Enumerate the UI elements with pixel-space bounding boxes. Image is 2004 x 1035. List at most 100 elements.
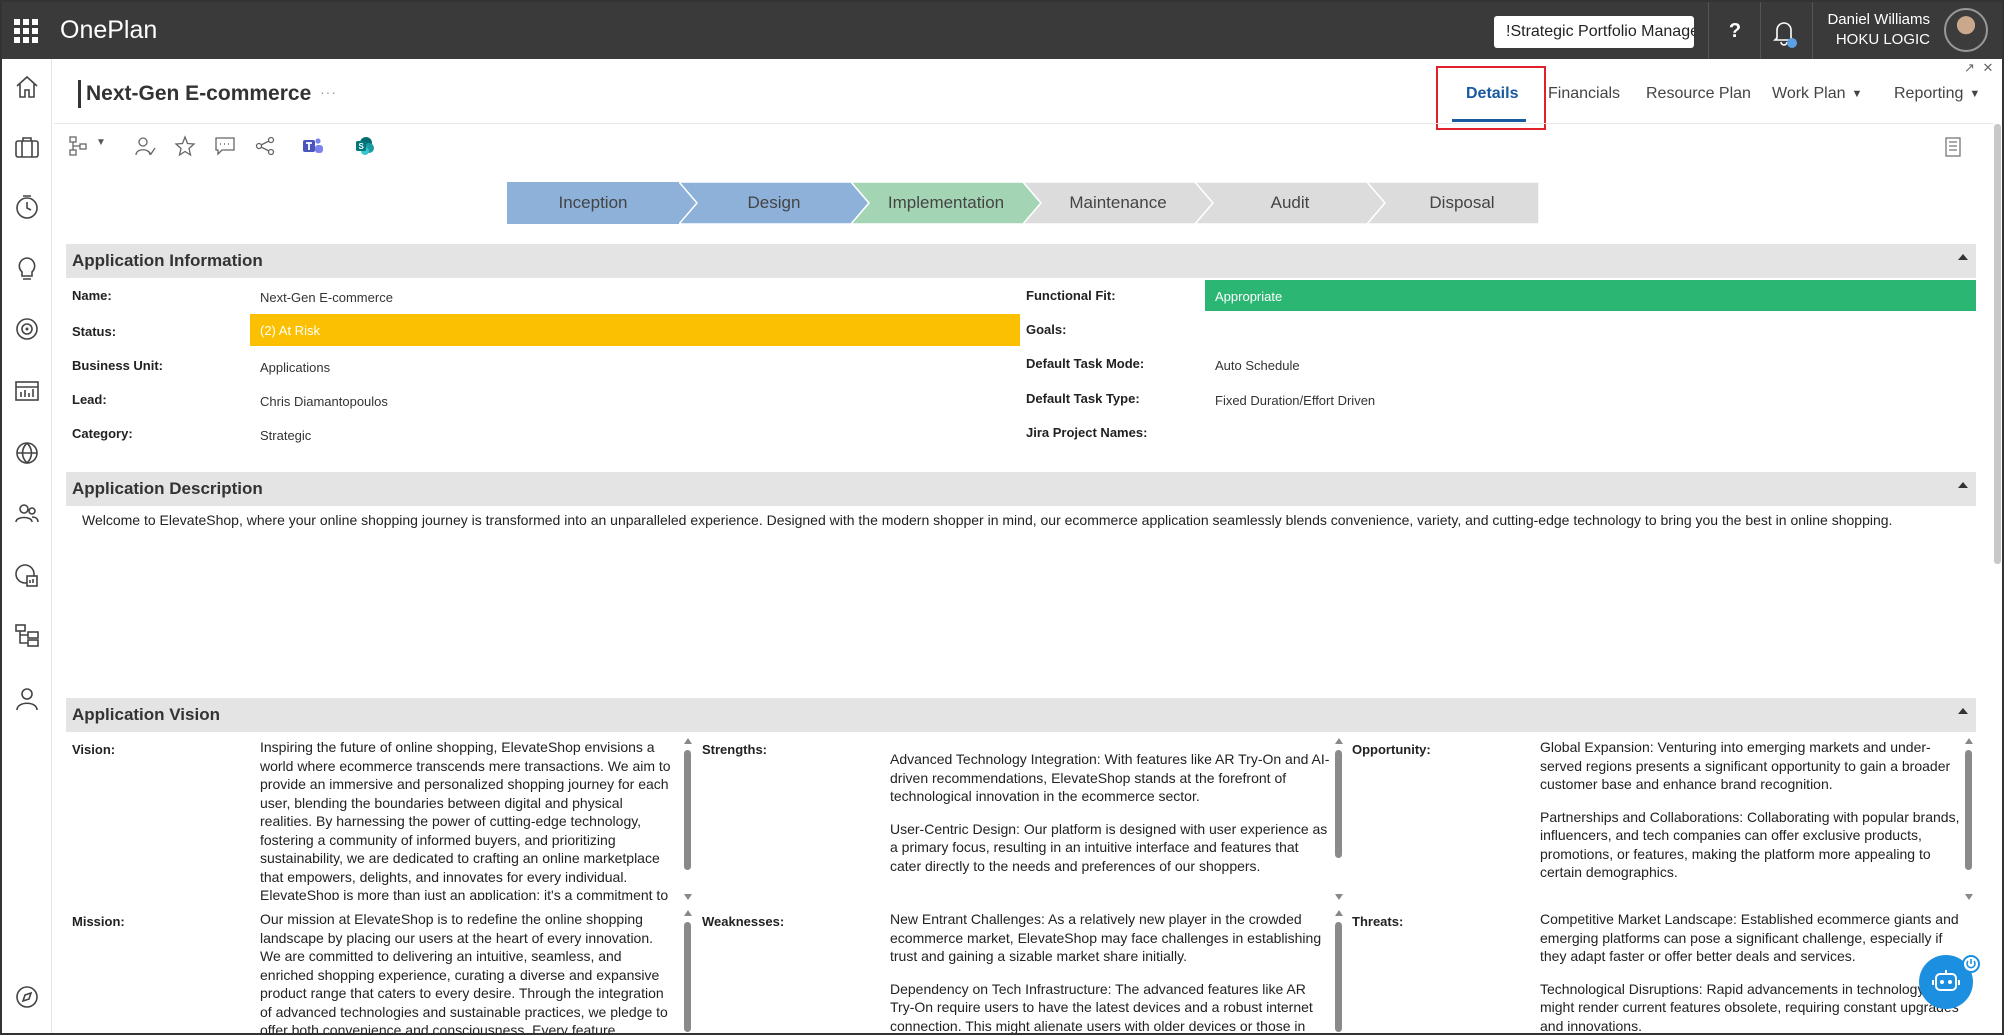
phase-label: Audit [1270,193,1310,212]
description-text[interactable]: Welcome to ElevateShop, where your onlin… [82,512,1892,528]
field-label: Lead: [72,392,107,407]
application-description-header[interactable]: Application Description [66,472,1976,506]
popout-icon[interactable]: ↗ [1964,60,1975,75]
tab-reporting[interactable]: Reporting ▼ [1894,78,1980,122]
star-icon[interactable] [174,135,200,159]
scroll-up-icon[interactable] [1335,910,1343,916]
scroll-up-icon[interactable] [684,738,692,744]
scroll-thumb[interactable] [684,922,691,1032]
compass-icon[interactable] [13,983,41,1011]
mission-scrollbar[interactable] [682,910,692,1033]
people-icon[interactable] [13,499,41,527]
lightbulb-icon[interactable] [13,255,41,283]
scroll-down-icon[interactable] [1335,894,1343,900]
status-badge[interactable]: (2) At Risk [250,314,1020,346]
opportunity-paragraph: Global Expansion: Venturing into emergin… [1540,739,1951,792]
sharepoint-icon[interactable]: S [354,135,380,159]
threats-paragraph: Competitive Market Landscape: Establishe… [1540,911,1959,964]
scroll-up-icon[interactable] [1965,738,1973,744]
tab-resource-plan[interactable]: Resource Plan [1646,78,1751,122]
phase-disposal[interactable]: Disposal [1367,182,1539,224]
page-scrollbar[interactable] [1992,124,2002,564]
threats-text[interactable]: Competitive Market Landscape: Establishe… [1540,910,1960,1034]
weaknesses-text[interactable]: New Entrant Challenges: As a relatively … [890,910,1330,1033]
tab-work-plan[interactable]: Work Plan ▼ [1772,78,1862,122]
scroll-thumb[interactable] [1335,750,1342,858]
target-icon[interactable] [13,315,41,343]
scroll-up-icon[interactable] [684,910,692,916]
section-title: Application Vision [72,705,220,724]
collapse-icon[interactable] [1958,482,1968,488]
comment-icon[interactable] [214,135,240,159]
divider [54,123,1994,124]
portfolio-selector-button[interactable]: !Strategic Portfolio Manager [1494,16,1694,48]
user-profile-icon[interactable] [13,685,41,713]
topbar-divider [1760,2,1761,59]
assign-user-icon[interactable] [134,135,160,159]
collapse-icon[interactable] [1958,254,1968,260]
application-information-header[interactable]: Application Information [66,244,1976,278]
field-label: Functional Fit: [1026,288,1116,303]
tab-label: Resource Plan [1646,85,1751,102]
phase-inception[interactable]: Inception [507,182,697,224]
avatar[interactable] [1944,8,1988,52]
home-icon[interactable] [13,73,41,101]
scroll-down-icon[interactable] [1965,894,1973,900]
tab-financials[interactable]: Financials [1548,78,1620,122]
name-value[interactable]: Next-Gen E-commerce [260,290,393,305]
field-label: Jira Project Names: [1026,425,1148,440]
threats-paragraph: Technological Disruptions: Rapid advance… [1540,980,1959,1034]
tab-label: Reporting [1894,85,1964,103]
share-icon[interactable] [254,135,280,159]
vision-paragraph: Inspiring the future of online shopping,… [260,739,671,900]
weaknesses-scrollbar[interactable] [1333,910,1343,1033]
user-info[interactable]: Daniel Williams HOKU LOGIC [1820,10,1930,50]
task-mode-value[interactable]: Auto Schedule [1215,358,1300,373]
task-type-value[interactable]: Fixed Duration/Effort Driven [1215,393,1375,408]
mission-text[interactable]: Our mission at ElevateShop is to redefin… [260,910,674,1033]
tab-details[interactable]: Details [1466,78,1518,122]
application-vision-header[interactable]: Application Vision [66,698,1976,732]
scroll-thumb[interactable] [1965,750,1972,870]
collapse-icon[interactable] [1958,708,1968,714]
phase-implementation[interactable]: Implementation [851,182,1041,224]
scroll-thumb[interactable] [1994,124,2001,564]
document-icon[interactable] [1943,136,1963,158]
field-label: Strengths: [702,742,767,757]
close-icon[interactable]: ✕ [1983,60,1994,75]
help-button[interactable]: ? [1715,15,1755,47]
power-icon[interactable] [1962,955,1980,973]
field-label: Status: [72,324,117,339]
time-tracking-icon[interactable] [13,193,41,221]
notifications-bell-icon[interactable] [1762,12,1806,52]
strengths-scrollbar[interactable] [1333,738,1343,900]
scroll-thumb[interactable] [1335,922,1342,1032]
app-title[interactable]: OnePlan [60,16,157,45]
category-value[interactable]: Strategic [260,428,311,443]
scroll-down-icon[interactable] [684,894,692,900]
globe-icon[interactable] [13,439,41,467]
hierarchy-icon[interactable] [13,621,41,649]
opportunity-text[interactable]: Global Expansion: Venturing into emergin… [1540,738,1960,900]
teams-icon[interactable] [302,135,328,159]
portfolio-report-icon[interactable] [13,561,41,589]
tab-label: Details [1466,85,1519,102]
functional-fit-badge[interactable]: Appropriate [1205,280,1976,311]
hierarchy-menu-icon[interactable]: ▼ [68,135,108,159]
strengths-text[interactable]: Advanced Technology Integration: With fe… [890,750,1330,900]
topbar-divider [1708,2,1709,59]
opportunity-scrollbar[interactable] [1963,738,1973,900]
title-more-icon[interactable]: ··· [320,84,337,100]
lead-value[interactable]: Chris Diamantopoulos [260,394,388,409]
phase-design[interactable]: Design [679,182,869,224]
phase-maintenance[interactable]: Maintenance [1023,182,1213,224]
briefcase-icon[interactable] [13,133,41,161]
phase-audit[interactable]: Audit [1195,182,1385,224]
vision-scrollbar[interactable] [682,738,692,900]
app-launcher-icon[interactable] [14,19,38,43]
business-unit-value[interactable]: Applications [260,360,330,375]
scroll-up-icon[interactable] [1335,738,1343,744]
vision-text[interactable]: Inspiring the future of online shopping,… [260,738,674,900]
dashboard-chart-icon[interactable] [13,377,41,405]
scroll-thumb[interactable] [684,750,691,870]
